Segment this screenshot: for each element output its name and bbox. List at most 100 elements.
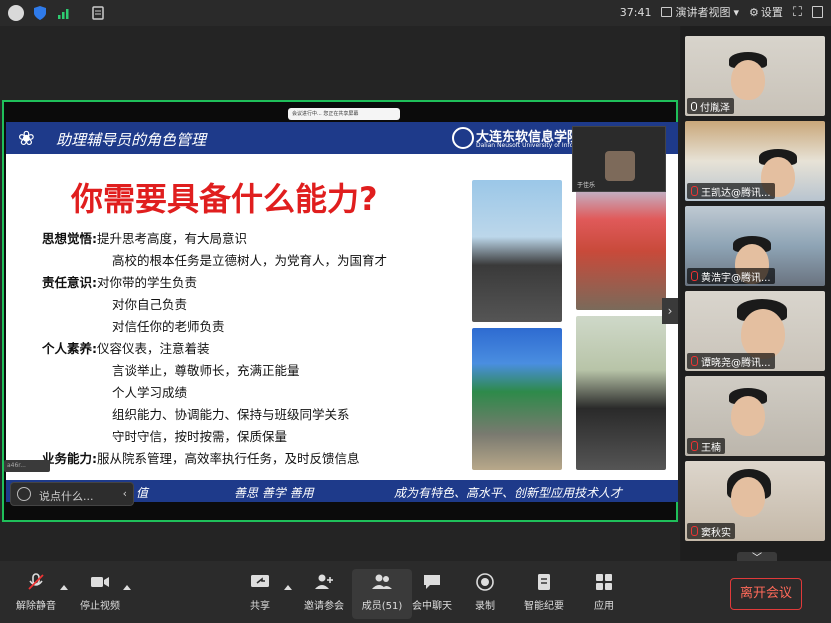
document-icon[interactable] — [90, 5, 106, 21]
smart-minutes-button[interactable]: 智能纪要 — [514, 569, 574, 619]
apps-icon — [596, 574, 612, 590]
participant-tile[interactable]: 窦秋实 — [685, 461, 825, 541]
chevron-right-icon[interactable]: › — [662, 298, 678, 324]
settings-label: 设置 — [760, 6, 783, 19]
slide-row: 守时守信，按时按需，保质保量 — [112, 426, 287, 445]
participant-name: 王楠 — [701, 442, 721, 454]
fullscreen-icon[interactable]: ⛶ — [793, 5, 802, 20]
record-icon — [476, 573, 494, 591]
row-text: 守时守信，按时按需，保质保量 — [112, 429, 288, 444]
slide-title: 助理辅导员的角色管理 — [56, 131, 207, 149]
group-photo-1 — [472, 180, 562, 322]
row-text: 仪容仪表，注意着装 — [97, 341, 210, 356]
muted-mic-icon — [691, 441, 698, 451]
chat-input[interactable]: 说点什么... ‹ — [10, 482, 134, 506]
slide-row: 对你自己负责 — [112, 294, 187, 313]
row-text: 个人学习成绩 — [112, 385, 188, 400]
slide-row: 高校的根本任务是立德树人，为党育人，为国育才 — [112, 250, 387, 269]
video-options-chevron-icon[interactable] — [123, 585, 131, 590]
audio-options-chevron-icon[interactable] — [60, 585, 68, 590]
footer-slogan: 成为有特色、高水平、创新型应用技术人才 — [394, 486, 623, 500]
presenter-view-button[interactable]: 演讲者视图 ▾ — [661, 4, 739, 20]
settings-button[interactable]: ⚙ 设置 — [749, 4, 783, 20]
row-label: 思想觉悟: — [42, 231, 97, 246]
participant-tile[interactable]: 付胤泽 — [685, 36, 825, 116]
participant-tile[interactable]: 谭晓尧@腾讯... — [685, 291, 825, 371]
stop-video-label: 停止视频 — [80, 601, 120, 612]
participant-name: 王凯达@腾讯... — [701, 187, 771, 199]
invite-label: 邀请参会 — [304, 601, 344, 612]
row-text: 高校的根本任务是立德树人，为党育人，为国育才 — [112, 253, 388, 268]
chevron-down-icon: ▾ — [733, 5, 740, 19]
bottom-toolbar: 解除静音 停止视频 共享 邀请参会 成员(51) 会中聊天 录制 智能纪要 应用… — [0, 561, 831, 623]
row-label: 责任意识: — [42, 275, 97, 290]
group-photo-4 — [576, 316, 666, 470]
leave-meeting-button[interactable]: 离开会议 — [730, 578, 802, 610]
participant-tile[interactable]: 王楠 — [685, 376, 825, 456]
slide-row: 责任意识:对你带的学生负责 — [42, 272, 197, 291]
members-icon — [372, 574, 392, 589]
gear-icon: ⚙ — [749, 5, 759, 19]
participant-label: 黄浩宇@腾讯... — [687, 268, 775, 284]
invite-button[interactable]: 邀请参会 — [294, 569, 354, 619]
speaker-video-tile[interactable]: 于佳乐 — [572, 126, 666, 192]
microphone-icon — [691, 101, 697, 111]
smart-minutes-label: 智能纪要 — [524, 601, 564, 612]
share-options-chevron-icon[interactable] — [284, 585, 292, 590]
apps-button[interactable]: 应用 — [574, 569, 634, 619]
unmute-button[interactable]: 解除静音 — [6, 569, 66, 619]
presenter-view-label: 演讲者视图 — [675, 6, 731, 19]
apps-label: 应用 — [594, 601, 614, 612]
chat-label: 会中聊天 — [412, 601, 452, 612]
row-label: 业务能力: — [42, 451, 97, 466]
side-panel-icon[interactable] — [812, 6, 823, 18]
row-text: 提升思考高度，有大局意识 — [97, 231, 248, 246]
muted-mic-icon — [691, 356, 698, 366]
stop-video-button[interactable]: 停止视频 — [70, 569, 130, 619]
notes-icon — [538, 574, 550, 590]
meeting-timer: 37:41 — [619, 5, 652, 19]
share-button[interactable]: 共享 — [230, 569, 290, 619]
university-logo — [452, 127, 474, 149]
muted-mic-icon — [28, 573, 44, 590]
participant-tile[interactable]: 王凯达@腾讯... — [685, 121, 825, 201]
share-screen-icon — [251, 575, 269, 587]
slide-row: 组织能力、协调能力、保持与班级同学关系 — [112, 404, 350, 423]
record-button[interactable]: 录制 — [455, 569, 515, 619]
slide-row: 对信任你的老师负责 — [112, 316, 225, 335]
record-label: 录制 — [475, 601, 495, 612]
slide-question: 你需要具备什么能力? — [71, 180, 378, 218]
emoji-icon[interactable] — [17, 487, 31, 501]
flower-decoration-icon: ❀ — [18, 126, 35, 150]
participant-name: 付胤泽 — [700, 102, 730, 114]
participant-label: 王楠 — [687, 438, 725, 454]
row-label: 个人素养: — [42, 341, 97, 356]
shield-icon[interactable] — [32, 5, 48, 21]
muted-mic-icon — [691, 526, 698, 536]
participant-label: 王凯达@腾讯... — [687, 183, 775, 199]
group-photo-2 — [576, 180, 666, 310]
add-user-icon — [315, 574, 333, 589]
slide-row: 个人学习成绩 — [112, 382, 187, 401]
row-text: 对信任你的老师负责 — [112, 319, 225, 334]
muted-mic-icon — [691, 186, 698, 196]
slide-row: 业务能力:服从院系管理，高效率执行任务，及时反馈信息 — [42, 448, 360, 467]
participant-label: 窦秋实 — [687, 523, 735, 539]
share-status-bar[interactable]: 会议进行中... 您正在共享屏幕 — [288, 108, 400, 120]
row-text: 对你带的学生负责 — [97, 275, 198, 290]
share-label: 共享 — [250, 601, 270, 612]
video-camera-icon — [91, 577, 109, 587]
layout-icon — [661, 7, 673, 17]
participant-label: 谭晓尧@腾讯... — [687, 353, 775, 369]
slide-row: 思想觉悟:提升思考高度，有大局意识 — [42, 228, 247, 247]
row-text: 言谈举止，尊敬师长，充满正能量 — [112, 363, 300, 378]
share-status-text: 会议进行中... 您正在共享屏幕 — [292, 111, 359, 117]
participant-label: 付胤泽 — [687, 98, 734, 114]
chat-button[interactable]: 会中聊天 — [402, 569, 462, 619]
participant-tile[interactable]: 黄浩宇@腾讯... — [685, 206, 825, 286]
signal-icon[interactable] — [56, 5, 72, 21]
avatar — [605, 151, 635, 181]
chevron-left-icon[interactable]: ‹ — [123, 487, 127, 500]
info-icon[interactable] — [8, 5, 24, 21]
participant-name: 黄浩宇@腾讯... — [701, 272, 771, 284]
